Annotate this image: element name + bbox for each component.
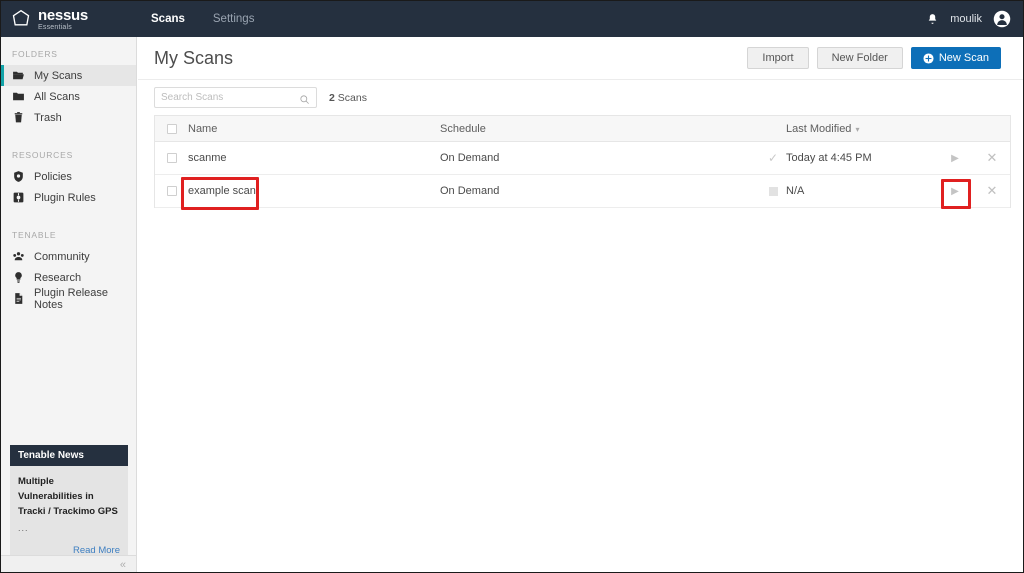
close-icon: ✕ <box>986 150 998 165</box>
nessus-app-window: nessus Essentials Scans Settings moulik <box>0 0 1024 573</box>
table-row[interactable]: scanme On Demand ✓ Today at 4:45 PM ▶ ✕ <box>155 142 1010 175</box>
research-bulb-icon <box>12 271 25 284</box>
page-actions: Import New Folder New Scan <box>747 47 1001 69</box>
username-label[interactable]: moulik <box>950 13 982 25</box>
sidebar-item-label: Policies <box>34 170 72 183</box>
column-header-name[interactable]: Name <box>188 123 440 135</box>
community-icon <box>12 250 25 263</box>
top-bar: nessus Essentials Scans Settings moulik <box>1 1 1023 37</box>
brand-logo[interactable]: nessus Essentials <box>1 1 129 37</box>
new-folder-button[interactable]: New Folder <box>816 47 903 69</box>
sidebar-group-label-resources: RESOURCES <box>12 150 74 160</box>
play-icon: ▶ <box>951 185 959 197</box>
sidebar-item-label: Research <box>34 271 82 284</box>
scans-table: Name Schedule Last Modified ▾ scanme On D… <box>154 115 1011 208</box>
brand-name: nessus <box>38 6 88 24</box>
close-icon: ✕ <box>986 183 998 198</box>
scans-toolbar: 2 Scans <box>138 79 1023 115</box>
sidebar-item-label: Community <box>34 250 90 263</box>
new-scan-label: New Scan <box>938 52 989 64</box>
sidebar-item-trash[interactable]: Trash <box>1 107 136 128</box>
select-all-cell <box>155 123 188 134</box>
sidebar: FOLDERS My Scans All Scans Trash RESOURC… <box>1 37 137 572</box>
sidebar-item-policies[interactable]: Policies <box>1 166 136 187</box>
nav-item-scans[interactable]: Scans <box>137 1 199 37</box>
nav-item-settings[interactable]: Settings <box>199 1 269 37</box>
document-icon <box>12 292 25 305</box>
sidebar-item-plugin-release-notes[interactable]: Plugin Release Notes <box>1 286 136 311</box>
search-icon[interactable] <box>299 92 310 104</box>
top-navigation: Scans Settings <box>137 1 268 37</box>
search-scans-box[interactable] <box>154 87 317 108</box>
sidebar-item-plugin-rules[interactable]: Plugin Rules <box>1 187 136 208</box>
brand-subtitle: Essentials <box>38 23 72 31</box>
sidebar-item-label: All Scans <box>34 90 80 103</box>
row-status-glyph: ✓ <box>767 151 779 165</box>
row-schedule: On Demand <box>440 185 500 197</box>
page-header: My Scans Import New Folder New Scan <box>138 37 1023 79</box>
scan-count-number: 2 <box>329 91 335 104</box>
chevron-double-left-icon[interactable]: « <box>120 559 126 571</box>
folder-open-icon <box>12 69 25 82</box>
scan-count: 2 Scans <box>329 92 367 104</box>
table-header-row: Name Schedule Last Modified ▾ <box>155 116 1010 142</box>
sidebar-group-label-tenable: TENABLE <box>12 230 57 240</box>
folder-icon <box>12 90 25 103</box>
check-icon: ✓ <box>760 151 786 165</box>
sidebar-item-research[interactable]: Research <box>1 267 136 288</box>
main-content: My Scans Import New Folder New Scan Sear… <box>138 37 1023 572</box>
sidebar-item-all-scans[interactable]: All Scans <box>1 86 136 107</box>
user-avatar-icon[interactable] <box>993 10 1011 28</box>
sidebar-item-my-scans[interactable]: My Scans <box>1 65 136 86</box>
news-ellipsis: ... <box>18 523 29 533</box>
sidebar-item-label: My Scans <box>34 69 83 82</box>
launch-scan-button[interactable]: ▶ <box>936 153 974 164</box>
row-last-modified: Today at 4:45 PM <box>786 152 872 164</box>
table-row[interactable]: example scan On Demand N/A ▶ ✕ <box>155 175 1010 208</box>
trash-icon <box>12 111 25 124</box>
import-button[interactable]: Import <box>747 47 809 69</box>
row-select-cell <box>155 153 188 163</box>
delete-scan-button[interactable]: ✕ <box>974 150 1010 166</box>
shield-icon <box>12 170 25 183</box>
sidebar-group-label-folders: FOLDERS <box>12 49 58 59</box>
row-name[interactable]: example scan <box>188 185 440 197</box>
tenable-news-card: Tenable News Multiple Vulnerabilities in… <box>10 445 128 565</box>
column-header-last-modified-label: Last Modified <box>786 122 852 135</box>
sidebar-footer: « <box>1 555 136 572</box>
search-input[interactable] <box>161 92 299 103</box>
column-header-last-modified[interactable]: Last Modified ▾ <box>786 123 936 135</box>
bell-icon[interactable] <box>926 12 939 26</box>
hexagon-logo-icon <box>11 9 31 29</box>
scan-count-label: Scans <box>337 91 367 104</box>
delete-scan-button[interactable]: ✕ <box>974 183 1010 199</box>
sidebar-item-community[interactable]: Community <box>1 246 136 267</box>
sidebar-item-label: Trash <box>34 111 62 124</box>
select-all-checkbox[interactable] <box>166 123 177 134</box>
sidebar-item-label: Plugin Rules <box>34 191 96 204</box>
launch-scan-button[interactable]: ▶ <box>936 186 974 197</box>
top-bar-right: moulik <box>926 1 1023 37</box>
news-title-line-3: Tracki / Trackimo GPS <box>18 506 118 517</box>
page-title: My Scans <box>154 47 234 68</box>
news-title-line-2: Vulnerabilities in <box>18 491 94 502</box>
plugin-icon <box>12 191 25 204</box>
row-name[interactable]: scanme <box>188 152 440 164</box>
row-checkbox[interactable] <box>166 186 177 196</box>
sort-caret-icon: ▾ <box>855 124 860 134</box>
tenable-news-header: Tenable News <box>10 445 128 466</box>
sidebar-item-label: Plugin Release Notes <box>34 286 108 311</box>
row-schedule: On Demand <box>440 152 500 164</box>
play-icon: ▶ <box>951 152 959 164</box>
row-select-cell <box>155 186 188 196</box>
row-last-modified: N/A <box>786 185 805 197</box>
plus-circle-icon <box>923 52 934 64</box>
column-header-schedule[interactable]: Schedule <box>440 123 760 135</box>
news-title-line-1: Multiple <box>18 476 54 487</box>
row-checkbox[interactable] <box>166 153 177 163</box>
new-scan-button[interactable]: New Scan <box>910 47 1001 69</box>
square-icon <box>760 186 786 196</box>
